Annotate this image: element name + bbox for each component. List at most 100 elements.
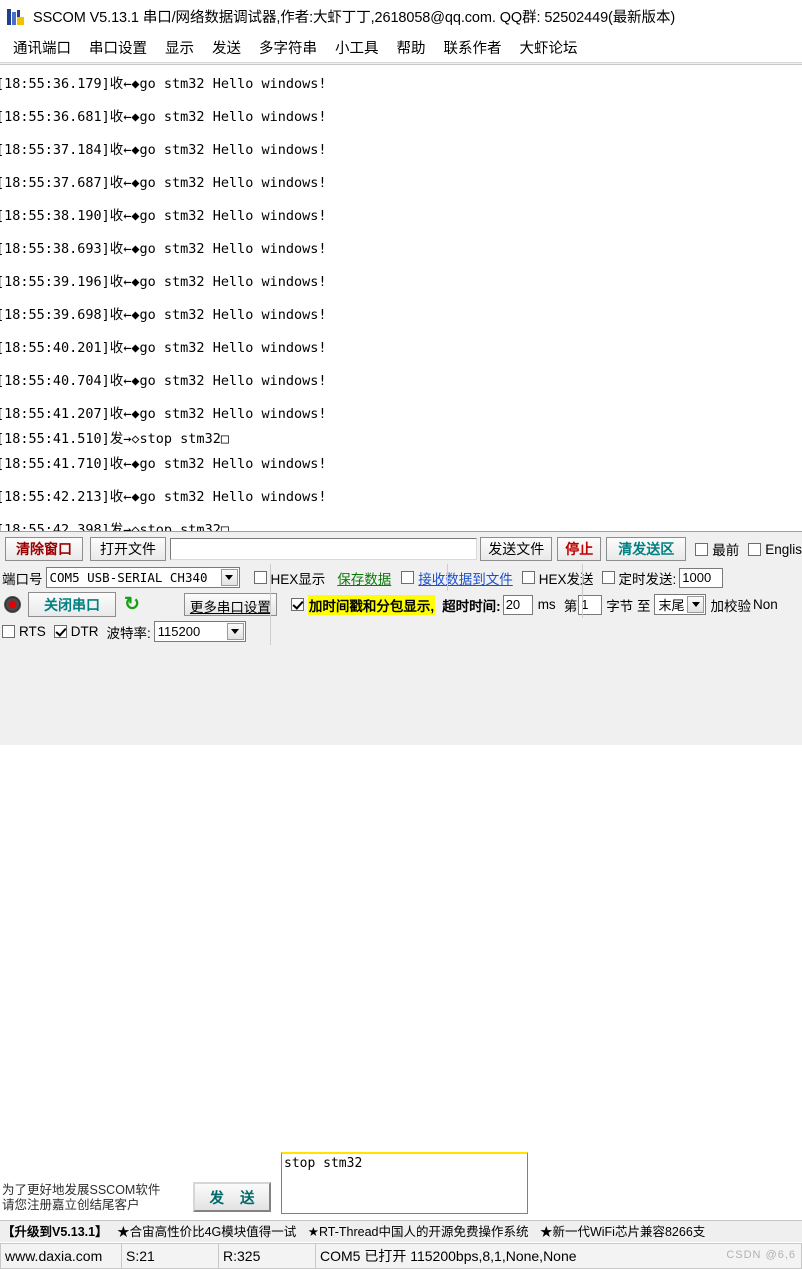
divider	[582, 591, 583, 618]
promo-text: 为了更好地发展SSCOM软件 请您注册嘉立创结尾客户	[2, 1183, 187, 1213]
hex-send-checkbox-box	[521, 571, 535, 584]
ad-item-1[interactable]: ★合宙高性价比4G模块值得一试	[117, 1225, 296, 1239]
log-line: [18:55:37.184]收←◆go stm32 Hello windows!	[0, 142, 327, 158]
open-file-button[interactable]: 打开文件	[90, 537, 166, 561]
log-line: [18:55:38.190]收←◆go stm32 Hello windows!	[0, 208, 327, 224]
status-bar: www.daxia.com S:21 R:325 COM5 已打开 115200…	[0, 1243, 802, 1269]
log-line: [18:55:40.704]收←◆go stm32 Hello windows!	[0, 373, 327, 389]
timed-send-interval-input[interactable]	[679, 567, 724, 588]
log-line: [18:55:41.710]收←◆go stm32 Hello windows!	[0, 456, 327, 472]
recv-to-file-checkbox[interactable]: 接收数据到文件	[401, 568, 513, 588]
dtr-checkbox-box	[53, 625, 67, 638]
timestamp-checkbox[interactable]: 加时间戳和分包显示,	[290, 594, 436, 615]
rts-checkbox-box	[2, 625, 15, 638]
dtr-checkbox[interactable]: DTR	[53, 624, 99, 639]
menu-item-contact-author[interactable]: 联系作者	[435, 35, 511, 60]
version-upgrade-tag[interactable]: 【升级到V5.13.1】	[2, 1225, 108, 1239]
log-line: [18:55:42.398]发→◇stop stm32□	[0, 522, 229, 531]
status-website[interactable]: www.daxia.com	[0, 1243, 122, 1269]
english-label: Englis	[765, 541, 802, 557]
promo-line-2: 请您注册嘉立创结尾客户	[2, 1198, 140, 1212]
topmost-checkbox-box	[695, 542, 709, 556]
send-button[interactable]: 发 送	[193, 1182, 271, 1212]
port-label: 端口号	[2, 571, 43, 587]
advertisement-bar[interactable]: 【升级到V5.13.1】 ★合宙高性价比4G模块值得一试 ★RT-Thread中…	[0, 1220, 802, 1242]
title-bar: SSCOM V5.13.1 串口/网络数据调试器,作者:大虾丁丁,2618058…	[0, 0, 802, 33]
divider	[582, 564, 583, 591]
refresh-icon[interactable]: ↻	[124, 595, 140, 614]
hex-display-label: HEX显示	[270, 571, 326, 587]
log-line: [18:55:39.196]收←◆go stm32 Hello windows!	[0, 274, 327, 290]
file-path-input[interactable]	[170, 538, 478, 560]
checksum-to-combo[interactable]: 末尾	[654, 594, 707, 615]
baud-value: 115200	[157, 624, 201, 639]
checksum-add-label: 加校验	[710, 598, 751, 614]
status-received-count: R:325	[219, 1243, 316, 1269]
timeout-label: 超时时间:	[442, 598, 501, 614]
timed-send-checkbox[interactable]: 定时发送:	[601, 568, 677, 588]
settings-row-port: 端口号 COM5 USB-SERIAL CH340 HEX显示 保存数据 接收数…	[0, 564, 802, 591]
topmost-checkbox[interactable]: 最前	[695, 539, 739, 559]
log-line-list: [18:55:36.179]收←◆go stm32 Hello windows!…	[0, 65, 802, 531]
send-text-input[interactable]: stop stm32	[281, 1152, 528, 1214]
receive-area[interactable]: [18:55:36.179]收←◆go stm32 Hello windows!…	[0, 64, 802, 531]
english-checkbox-box	[748, 542, 762, 556]
hex-display-checkbox-box	[253, 571, 267, 584]
menu-bar: 通讯端口 串口设置 显示 发送 多字符串 小工具 帮助 联系作者 大虾论坛	[0, 33, 802, 63]
divider	[270, 564, 271, 591]
checksum-from-label: 第	[563, 598, 578, 614]
log-line: [18:55:37.687]收←◆go stm32 Hello windows!	[0, 175, 327, 191]
close-port-button[interactable]: 关闭串口	[28, 592, 116, 617]
menu-item-comm-port[interactable]: 通讯端口	[4, 35, 80, 60]
csdn-watermark: CSDN @6,6	[726, 1249, 796, 1261]
timed-send-label: 定时发送:	[618, 571, 677, 587]
status-sent-count: S:21	[122, 1243, 219, 1269]
checksum-type-value: Non	[752, 597, 778, 612]
log-line: [18:55:41.207]收←◆go stm32 Hello windows!	[0, 406, 327, 422]
stop-button[interactable]: 停止	[557, 537, 602, 561]
ad-item-3[interactable]: ★新一代WiFi芯片兼容8266支	[540, 1225, 705, 1239]
topmost-label: 最前	[712, 543, 740, 558]
timeout-input[interactable]	[502, 594, 533, 615]
timestamp-label: 加时间戳和分包显示,	[307, 594, 436, 615]
dtr-label: DTR	[70, 624, 99, 639]
port-status-led-icon	[4, 596, 21, 613]
save-data-button[interactable]: 保存数据	[337, 568, 391, 588]
menu-item-multi-string[interactable]: 多字符串	[250, 35, 326, 60]
hex-display-checkbox[interactable]: HEX显示	[253, 568, 326, 588]
clear-send-area-button[interactable]: 清发送区	[606, 537, 687, 561]
baud-combo[interactable]: 115200	[153, 621, 246, 642]
recv-to-file-label: 接收数据到文件	[418, 571, 513, 587]
window-title: SSCOM V5.13.1 串口/网络数据调试器,作者:大虾丁丁,2618058…	[33, 10, 676, 26]
send-file-button[interactable]: 发送文件	[480, 537, 553, 561]
port-combo[interactable]: COM5 USB-SERIAL CH340	[45, 567, 240, 588]
english-checkbox[interactable]: Englis	[748, 542, 802, 557]
recv-to-file-checkbox-box	[401, 571, 415, 584]
log-line: [18:55:36.179]收←◆go stm32 Hello windows!	[0, 76, 327, 92]
log-line: [18:55:41.510]发→◇stop stm32□	[0, 431, 229, 447]
chevron-down-icon[interactable]	[687, 596, 705, 613]
chevron-down-icon[interactable]	[220, 569, 238, 586]
menu-item-help[interactable]: 帮助	[388, 35, 435, 60]
clear-window-button[interactable]: 清除窗口	[5, 537, 83, 561]
log-line: [18:55:40.201]收←◆go stm32 Hello windows!	[0, 340, 327, 356]
chevron-down-icon[interactable]	[226, 623, 244, 640]
divider	[270, 591, 271, 618]
file-toolbar: 清除窗口 打开文件 发送文件 停止 清发送区 最前 Englis	[0, 536, 802, 562]
more-serial-settings-button[interactable]: 更多串口设置	[183, 593, 277, 616]
settings-row-flow: RTS DTR 波特率: 115200	[0, 618, 802, 645]
ad-item-2[interactable]: ★RT-Thread中国人的开源免费操作系统	[308, 1225, 529, 1239]
menu-item-send[interactable]: 发送	[203, 35, 250, 60]
menu-item-tools[interactable]: 小工具	[326, 35, 388, 60]
log-line: [18:55:39.698]收←◆go stm32 Hello windows!	[0, 307, 327, 323]
divider	[447, 564, 448, 591]
timeout-unit-label: ms	[537, 597, 556, 612]
menu-item-display[interactable]: 显示	[156, 35, 203, 60]
divider	[270, 618, 271, 645]
promo-line-1: 为了更好地发展SSCOM软件	[2, 1183, 161, 1197]
baud-label: 波特率:	[106, 625, 151, 641]
rts-checkbox[interactable]: RTS	[2, 624, 46, 639]
checksum-to-value: 末尾	[658, 598, 685, 613]
menu-item-serial-settings[interactable]: 串口设置	[80, 35, 156, 60]
menu-item-forum[interactable]: 大虾论坛	[511, 35, 587, 60]
